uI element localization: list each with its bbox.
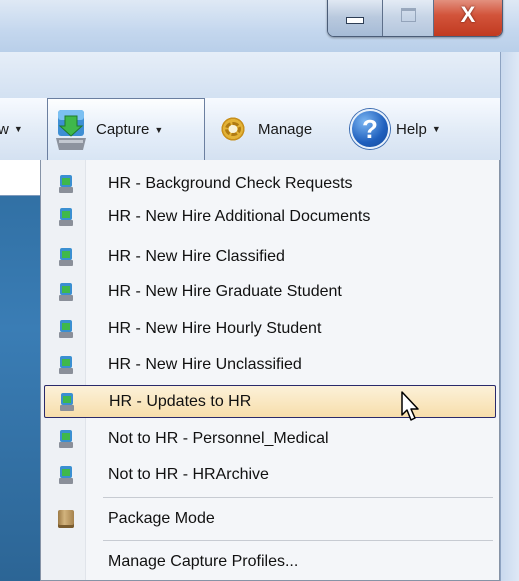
menu-separator — [103, 497, 493, 498]
menu-item-profile[interactable]: HR - New Hire Graduate Student — [44, 275, 496, 308]
help-menu-button[interactable]: ? Help ▼ — [350, 98, 441, 160]
menu-item-label: Manage Capture Profiles... — [108, 552, 299, 570]
help-icon: ? — [350, 109, 390, 149]
menu-item-profile[interactable]: HR - New Hire Unclassified — [44, 348, 496, 381]
capture-profile-icon — [59, 465, 73, 484]
menu-item-label: HR - Background Check Requests — [108, 174, 353, 192]
menu-item-package-mode[interactable]: Package Mode — [44, 502, 496, 535]
capture-profile-icon — [59, 319, 73, 338]
capture-menu-button[interactable]: Capture ▼ — [47, 98, 205, 160]
chevron-down-icon: ▼ — [13, 124, 23, 134]
menu-separator — [103, 540, 493, 541]
manage-button[interactable]: Manage — [214, 98, 312, 160]
menu-item-profile[interactable]: HR - New Hire Classified — [44, 240, 496, 273]
manage-label: Manage — [258, 120, 313, 138]
menu-item-label: HR - New Hire Graduate Student — [108, 282, 342, 300]
capture-dropdown-menu: HR - Background Check Requests HR - New … — [40, 160, 500, 581]
menu-item-label: Not to HR - Personnel_Medical — [108, 429, 329, 447]
capture-profile-icon — [60, 392, 74, 411]
ribbon-area — [0, 52, 500, 99]
menu-item-label: HR - New Hire Classified — [108, 247, 285, 265]
close-button[interactable]: X — [434, 0, 502, 36]
package-icon — [58, 509, 74, 528]
menu-item-manage-profiles[interactable]: Manage Capture Profiles... — [44, 545, 496, 578]
menu-item-profile[interactable]: Not to HR - HRArchive — [44, 458, 496, 491]
maximize-icon — [400, 8, 416, 22]
menu-item-label: HR - New Hire Unclassified — [108, 355, 302, 373]
capture-label: Capture — [96, 121, 150, 138]
title-bar: X — [0, 0, 519, 52]
background-input-field — [0, 160, 40, 196]
menu-item-label: Package Mode — [108, 509, 215, 527]
capture-profile-icon — [59, 207, 73, 226]
view-menu-button[interactable]: w ▼ — [0, 98, 23, 160]
menu-item-profile[interactable]: HR - New Hire Hourly Student — [44, 312, 496, 345]
menu-item-label: HR - New Hire Additional Documents — [108, 207, 371, 225]
view-menu-label: w — [0, 120, 9, 138]
maximize-button[interactable] — [383, 0, 434, 36]
background-window — [0, 160, 40, 581]
minimize-button[interactable] — [328, 0, 383, 36]
chevron-down-icon: ▼ — [154, 124, 164, 135]
menu-item-profile-highlighted[interactable]: HR - Updates to HR — [44, 385, 496, 418]
capture-profile-icon — [59, 282, 73, 301]
chevron-down-icon: ▼ — [431, 124, 441, 134]
menu-item-label: HR - New Hire Hourly Student — [108, 319, 322, 337]
menu-item-profile[interactable]: Not to HR - Personnel_Medical — [44, 422, 496, 455]
capture-icon — [54, 108, 88, 152]
capture-profile-icon — [59, 174, 73, 193]
menu-item-label: Not to HR - HRArchive — [108, 465, 269, 483]
menu-item-profile[interactable]: HR - Background Check Requests — [44, 167, 496, 200]
window-caption-buttons: X — [327, 0, 503, 37]
gear-icon — [214, 116, 252, 142]
mouse-cursor-icon — [401, 391, 419, 421]
close-icon: X — [460, 2, 476, 27]
window-border — [500, 52, 519, 581]
menu-item-label: HR - Updates to HR — [109, 392, 252, 410]
capture-profile-icon — [59, 355, 73, 374]
minimize-icon — [346, 16, 364, 24]
capture-profile-icon — [59, 247, 73, 266]
capture-profile-icon — [59, 429, 73, 448]
toolbar: w ▼ Capture ▼ Manage ? Help ▼ — [0, 98, 500, 161]
help-label: Help — [396, 120, 427, 138]
menu-item-profile[interactable]: HR - New Hire Additional Documents — [44, 200, 496, 233]
